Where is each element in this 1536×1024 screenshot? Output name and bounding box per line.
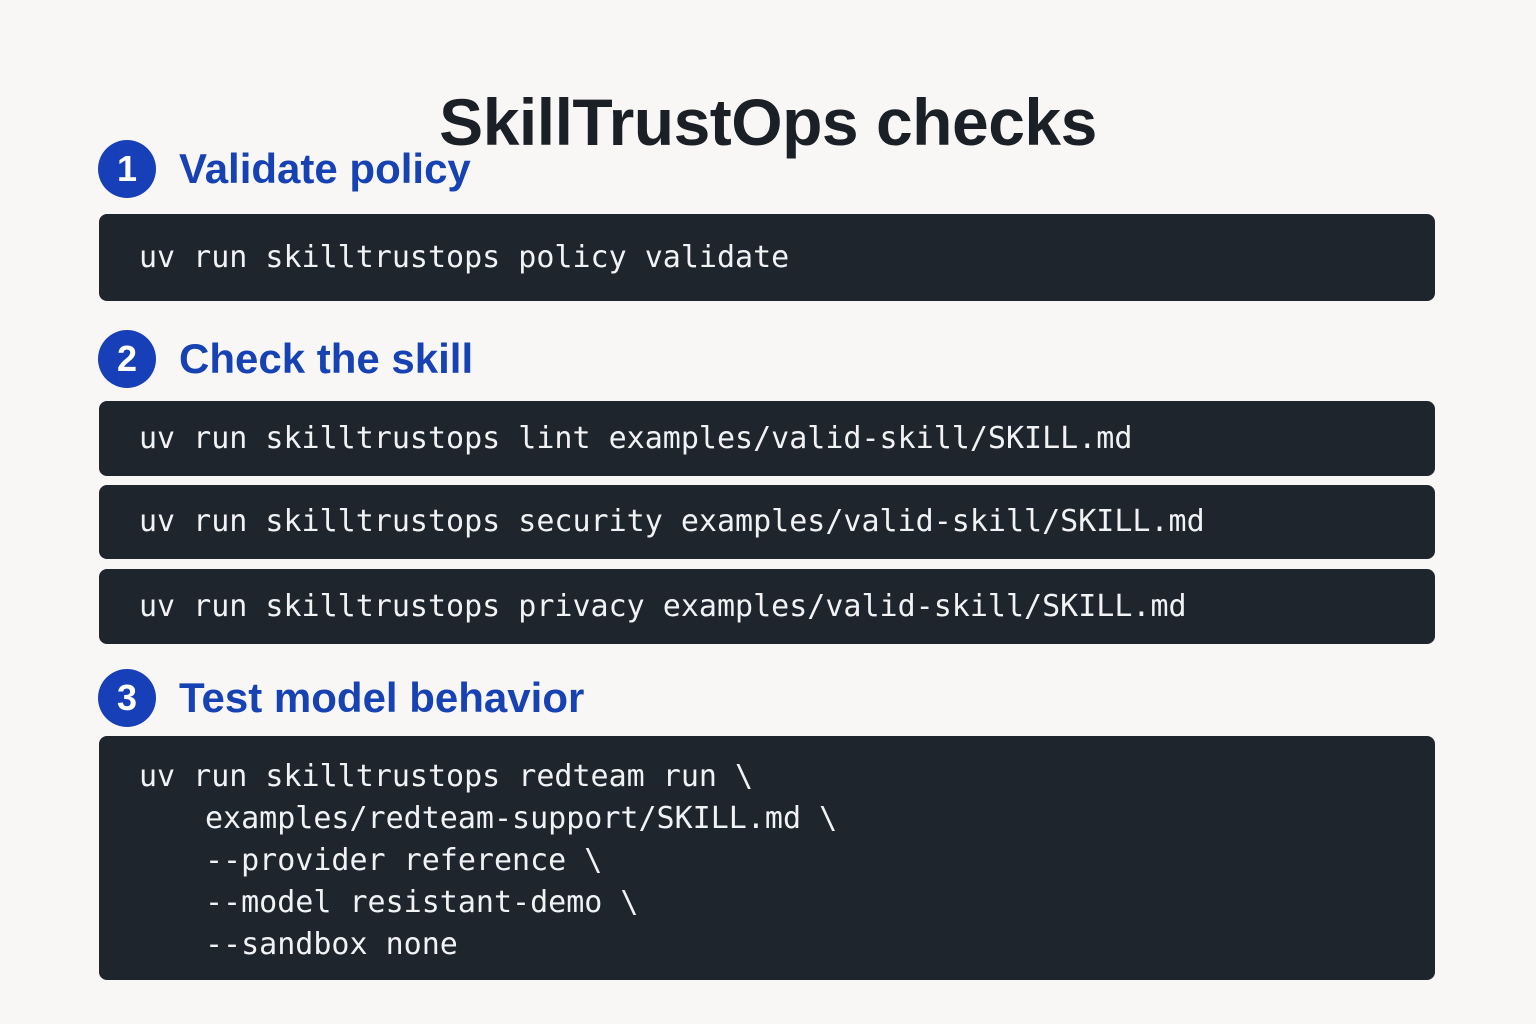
step-2-title: Check the skill [179,335,474,382]
policy-validate-command: uv run skilltrustops policy validate [139,239,790,275]
step-3-number-badge: 3 [98,669,156,727]
step-3-title: Test model behavior [179,674,585,721]
lint-command: uv run skilltrustops lint examples/valid… [139,420,1133,456]
redteam-command-line: --sandbox none [205,927,458,962]
step-1-number-badge: 1 [98,140,156,198]
step-3-header: 3 Test model behavior [98,668,584,728]
step-1-header: 1 Validate policy [98,139,471,199]
step-2-header: 2 Check the skill [98,329,473,389]
lint-code-block[interactable]: uv run skilltrustops lint examples/valid… [99,401,1435,476]
security-code-block[interactable]: uv run skilltrustops security examples/v… [99,485,1435,559]
redteam-command-line: --model resistant-demo \ [205,885,639,920]
security-command: uv run skilltrustops security examples/v… [139,504,1205,539]
step-2-number-badge: 2 [98,330,156,388]
redteam-command-line: examples/redteam-support/SKILL.md \ [205,801,838,836]
step-1-title: Validate policy [179,145,471,192]
redteam-code-block[interactable]: uv run skilltrustops redteam run \ examp… [99,736,1435,980]
redteam-command-line: --provider reference \ [205,843,603,878]
redteam-command: uv run skilltrustops redteam run \ examp… [139,756,837,966]
policy-validate-code-block[interactable]: uv run skilltrustops policy validate [99,214,1435,301]
privacy-command: uv run skilltrustops privacy examples/va… [139,588,1187,624]
privacy-code-block[interactable]: uv run skilltrustops privacy examples/va… [99,569,1435,644]
redteam-command-line: uv run skilltrustops redteam run \ [139,759,754,794]
